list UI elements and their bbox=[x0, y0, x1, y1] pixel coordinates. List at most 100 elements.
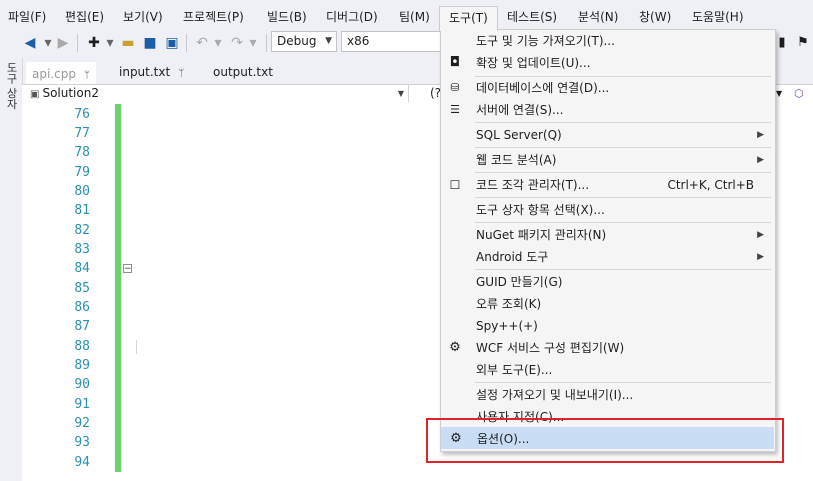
dropdown-arrow-icon[interactable]: ▾ bbox=[40, 35, 56, 51]
menu-item-create-guid[interactable]: GUID 만들기(G) bbox=[441, 271, 774, 293]
menu-edit[interactable]: 편집(E) bbox=[65, 8, 104, 26]
menu-item-shortcut: Ctrl+K, Ctrl+B bbox=[667, 178, 754, 192]
menu-item-label: NuGet 패키지 관리자(N) bbox=[476, 228, 607, 242]
extensions-icon: ◘ bbox=[449, 55, 461, 70]
line-number: 93 bbox=[74, 435, 90, 450]
collapse-icon[interactable]: − bbox=[123, 264, 132, 274]
server-icon: ☰ bbox=[450, 103, 460, 116]
menu-help[interactable]: 도움말(H) bbox=[692, 8, 744, 26]
menu-project[interactable]: 프로젝트(P) bbox=[183, 8, 244, 26]
submenu-arrow-icon: ▶ bbox=[757, 230, 764, 240]
save-all-icon[interactable]: ▣ bbox=[164, 35, 180, 51]
chevron-down-icon: ▼ bbox=[325, 36, 332, 46]
line-number: 84 bbox=[74, 261, 90, 276]
member-icon[interactable]: ⬡ bbox=[794, 85, 810, 102]
dropdown-arrow-icon[interactable]: ▾ bbox=[210, 35, 226, 51]
menu-item-label: 외부 도구(E)... bbox=[476, 363, 553, 377]
gears-icon: ⚙ bbox=[449, 340, 461, 355]
chevron-down-icon: ▼ bbox=[397, 89, 404, 98]
chevron-down-icon[interactable]: ▼ bbox=[776, 85, 792, 102]
dropdown-arrow-icon[interactable]: ▾ bbox=[102, 35, 118, 51]
solution-configuration-combo[interactable]: Debug ▼ bbox=[271, 31, 337, 52]
open-folder-icon[interactable]: ▬ bbox=[120, 35, 136, 51]
menu-item-label: Spy++(+) bbox=[476, 319, 538, 333]
redo-icon[interactable]: ↷ bbox=[229, 35, 245, 51]
undo-icon[interactable]: ↶ bbox=[194, 35, 210, 51]
menu-item-error-lookup[interactable]: 오류 조회(K) bbox=[441, 293, 774, 315]
highlight-box bbox=[426, 418, 784, 463]
bookmark-icon[interactable]: ▮ bbox=[774, 35, 790, 51]
pin-icon[interactable]: ᛘ bbox=[84, 70, 90, 81]
forward-icon[interactable]: ▶ bbox=[55, 35, 71, 51]
line-number: 82 bbox=[74, 223, 90, 238]
menu-item-label: WCF 서비스 구성 편집기(W) bbox=[476, 341, 625, 355]
menu-view[interactable]: 보기(V) bbox=[123, 8, 163, 26]
pin-icon[interactable]: ⚑ bbox=[795, 35, 811, 51]
project-scope-combo[interactable]: ▣ Solution2 ▼ bbox=[30, 85, 409, 102]
menu-test[interactable]: 테스트(S) bbox=[507, 8, 557, 26]
menu-item-sql-server[interactable]: SQL Server(Q) ▶ bbox=[441, 124, 774, 146]
tab-output-txt[interactable]: output.txt bbox=[207, 62, 279, 82]
change-tracking-bar bbox=[115, 104, 121, 472]
menu-item-label: 오류 조회(K) bbox=[476, 297, 542, 311]
menu-item-spy[interactable]: Spy++(+) bbox=[441, 315, 774, 337]
submenu-arrow-icon: ▶ bbox=[757, 252, 764, 262]
line-number: 88 bbox=[74, 339, 90, 354]
menu-item-code-snippets[interactable]: ☐ 코드 조각 관리자(T)... Ctrl+K, Ctrl+B bbox=[441, 174, 774, 196]
menu-item-label: 도구 상자 항목 선택(X)... bbox=[476, 203, 605, 217]
submenu-arrow-icon: ▶ bbox=[757, 155, 764, 165]
tab-api-cpp[interactable]: api.cpp ᛘ bbox=[26, 62, 96, 84]
menu-separator bbox=[475, 269, 771, 270]
save-icon[interactable]: ■ bbox=[142, 35, 158, 51]
indent-guide bbox=[136, 340, 137, 354]
menu-item-connect-database[interactable]: ⛁ 데이터베이스에 연결(D)... bbox=[441, 77, 774, 99]
menu-item-nuget[interactable]: NuGet 패키지 관리자(N) ▶ bbox=[441, 224, 774, 246]
menu-item-connect-server[interactable]: ☰ 서버에 연결(S)... bbox=[441, 99, 774, 121]
menu-item-label: Android 도구 bbox=[476, 250, 549, 264]
menu-item-external-tools[interactable]: 외부 도구(E)... bbox=[441, 359, 774, 381]
menu-item-import-export-settings[interactable]: 설정 가져오기 및 내보내기(I)... bbox=[441, 384, 774, 406]
line-number: 94 bbox=[74, 455, 90, 470]
toolbox-strip bbox=[0, 58, 23, 481]
menu-item-wcf-config-editor[interactable]: ⚙ WCF 서비스 구성 편집기(W) bbox=[441, 337, 774, 359]
menu-debug[interactable]: 디버그(D) bbox=[326, 8, 378, 26]
menu-separator bbox=[475, 122, 771, 123]
menu-item-android-tools[interactable]: Android 도구 ▶ bbox=[441, 246, 774, 268]
platform-value: x86 bbox=[347, 34, 370, 48]
tab-label: api.cpp bbox=[32, 67, 76, 81]
menu-item-choose-toolbox-items[interactable]: 도구 상자 항목 선택(X)... bbox=[441, 199, 774, 221]
tab-input-txt[interactable]: input.txt ᛘ bbox=[113, 62, 190, 82]
menu-item-get-tools[interactable]: 도구 및 기능 가져오기(T)... bbox=[441, 30, 774, 52]
configuration-value: Debug bbox=[277, 34, 317, 48]
toolbox-tab[interactable]: 도구 상자 bbox=[3, 62, 19, 110]
menu-file[interactable]: 파일(F) bbox=[8, 8, 46, 26]
menu-item-label: GUID 만들기(G) bbox=[476, 275, 563, 289]
submenu-arrow-icon: ▶ bbox=[757, 130, 764, 140]
new-project-icon[interactable]: ✚ bbox=[86, 35, 102, 51]
menu-item-label: 도구 및 기능 가져오기(T)... bbox=[476, 34, 615, 48]
toolbar-separator bbox=[266, 34, 267, 52]
menu-tools[interactable]: 도구(T) bbox=[439, 6, 498, 31]
menu-item-extensions[interactable]: ◘ 확장 및 업데이트(U)... bbox=[441, 52, 774, 74]
menu-window[interactable]: 창(W) bbox=[639, 8, 671, 26]
pin-icon[interactable]: ᛘ bbox=[178, 68, 184, 79]
line-number: 81 bbox=[74, 203, 90, 218]
menu-team[interactable]: 팀(M) bbox=[399, 8, 430, 26]
solution-platform-combo[interactable]: x86 bbox=[341, 31, 441, 52]
line-number: 90 bbox=[74, 377, 90, 392]
line-number: 87 bbox=[74, 319, 90, 334]
menu-build[interactable]: 빌드(B) bbox=[267, 8, 307, 26]
database-icon: ⛁ bbox=[450, 81, 460, 94]
toolbar-separator bbox=[77, 34, 78, 52]
menu-item-web-code-analysis[interactable]: 웹 코드 분석(A) ▶ bbox=[441, 149, 774, 171]
dropdown-arrow-icon[interactable]: ▾ bbox=[245, 35, 261, 51]
menu-item-label: 웹 코드 분석(A) bbox=[476, 153, 557, 167]
back-icon[interactable]: ◀ bbox=[22, 35, 38, 51]
menu-separator bbox=[475, 197, 771, 198]
solution-name: Solution2 bbox=[42, 86, 99, 100]
menu-analyze[interactable]: 분석(N) bbox=[578, 8, 618, 26]
solution-icon: ▣ bbox=[30, 89, 40, 100]
menu-item-label: 확장 및 업데이트(U)... bbox=[476, 56, 591, 70]
snippet-icon: ☐ bbox=[449, 178, 461, 192]
line-number: 80 bbox=[74, 184, 90, 199]
